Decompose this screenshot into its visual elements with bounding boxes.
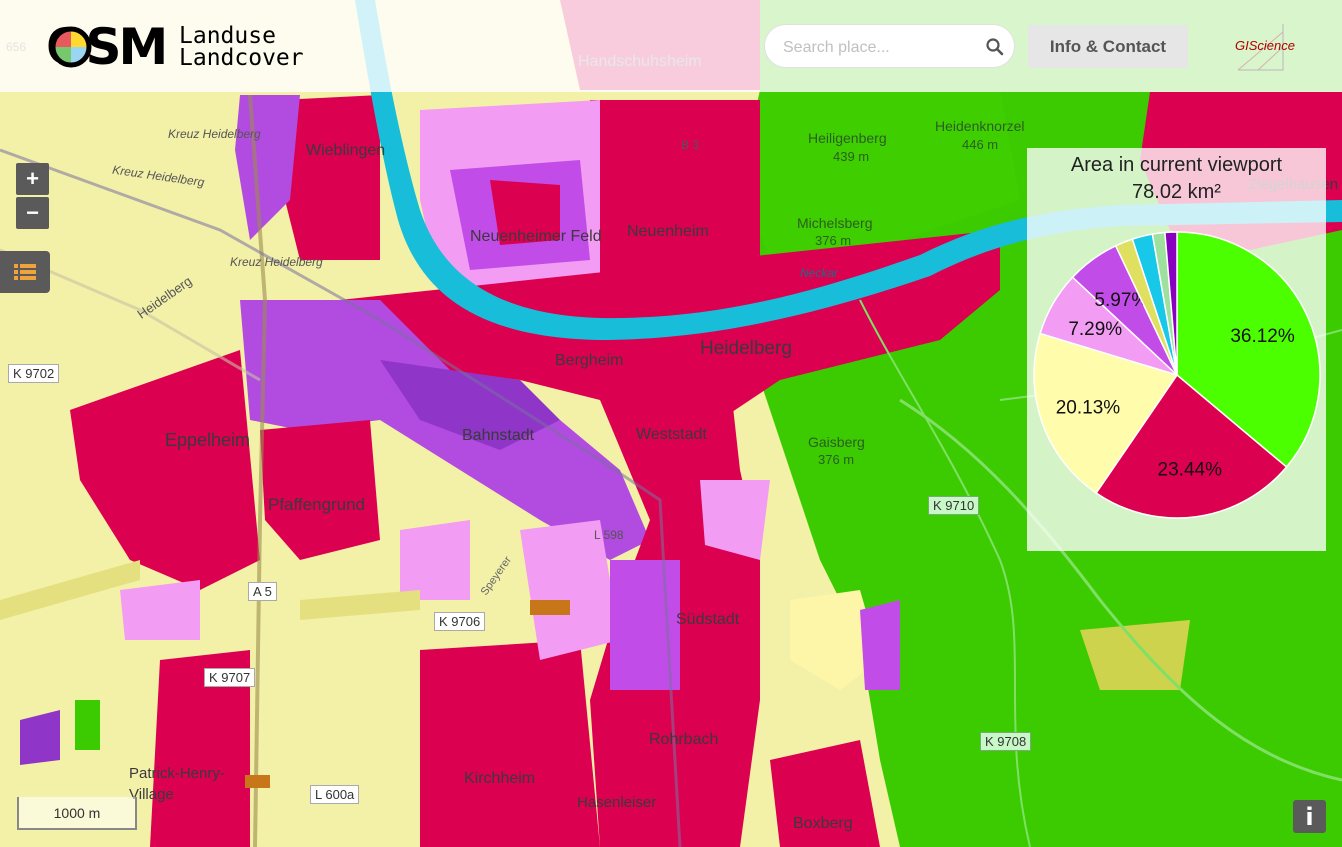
logo-line-landcover: Landcover (179, 45, 304, 71)
app-logo[interactable]: OSM Landuse Landcover (46, 19, 304, 75)
scale-bar: 1000 m (17, 797, 137, 830)
search-box[interactable] (764, 24, 1015, 68)
giscience-logo[interactable]: GIScience (1228, 22, 1328, 72)
search-icon[interactable] (985, 37, 1005, 57)
logo-pie-icon (50, 26, 92, 68)
logo-subtitle: Landuse Landcover (179, 23, 304, 71)
top-bar: OSM Landuse Landcover Info & Contact GIS… (0, 0, 1342, 92)
zoom-in-button[interactable]: + (16, 163, 49, 195)
giscience-text: GIScience (1235, 38, 1295, 53)
pie-slice-label: 20.13% (1056, 397, 1121, 418)
pie-slice-label: 23.44% (1158, 460, 1223, 481)
chart-title: Area in current viewport (1070, 154, 1283, 176)
zoom-out-button[interactable]: − (16, 197, 49, 229)
info-contact-button[interactable]: Info & Contact (1028, 25, 1188, 68)
zoom-control: + − (16, 163, 49, 229)
pie-slice-label: 36.12% (1230, 326, 1295, 347)
logo-line-landuse: Landuse (179, 23, 276, 49)
layers-list-icon (14, 264, 36, 280)
landuse-pie-chart: 36.12%23.44%20.13%7.29%5.97% (1033, 231, 1321, 519)
pie-slice-label: 7.29% (1068, 319, 1122, 340)
area-chart-panel: 36.12% 23.44% 20.13% 7.29% 5.97% Area in cur… (1027, 148, 1326, 551)
layers-button[interactable] (0, 251, 50, 293)
info-icon[interactable]: i (1293, 800, 1326, 833)
search-input[interactable] (781, 34, 975, 62)
chart-area-value: 78.02 km² (1132, 181, 1221, 203)
